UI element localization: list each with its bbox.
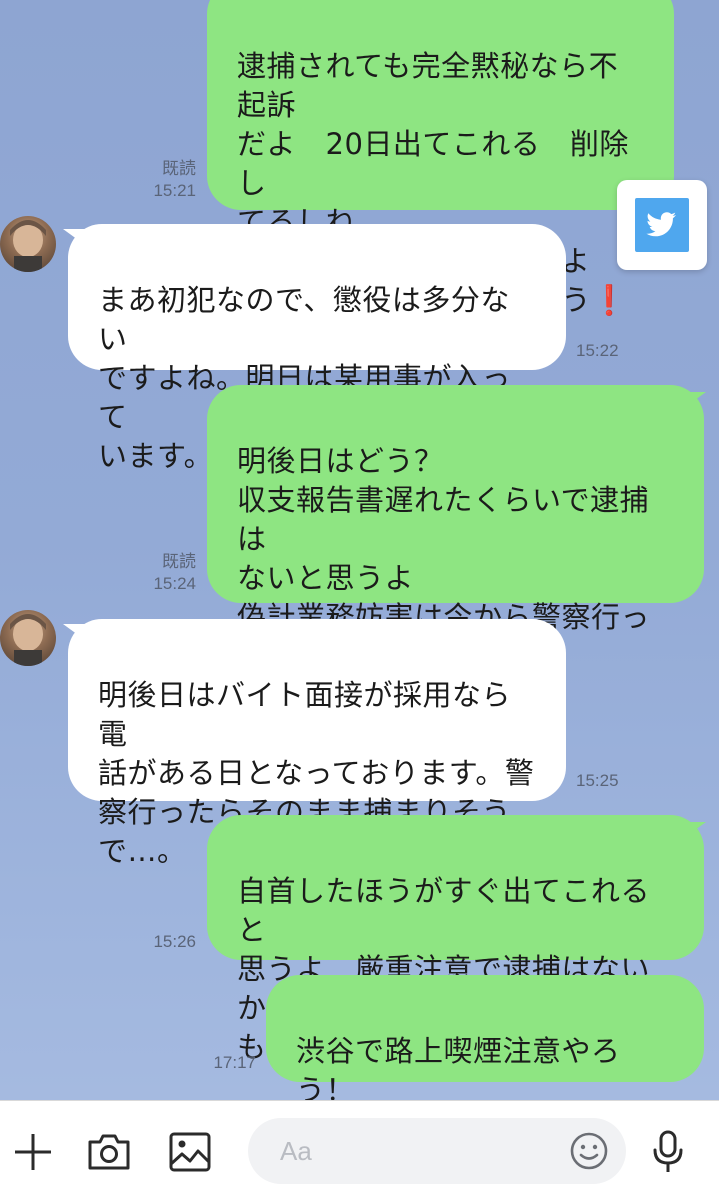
plus-icon[interactable] — [12, 1131, 54, 1177]
message-bubble-outgoing[interactable]: 渋谷で路上喫煙注意やろう！ 痴漢撲滅も！ — [266, 975, 704, 1100]
read-receipt: 既読 — [162, 552, 196, 571]
avatar[interactable] — [0, 216, 56, 272]
message-bubble-outgoing[interactable]: 自首したほうがすぐ出てこれると 思うよ 厳重注意で逮捕はないか も — [207, 815, 704, 1064]
message-time: 15:25 — [576, 771, 619, 790]
message-time: 15:24 — [153, 574, 196, 593]
message-input-bar — [0, 1100, 719, 1201]
exclamation-emoji: ❗ — [591, 283, 628, 317]
message-bubble-incoming[interactable]: 明後日はバイト面接が採用なら電 話がある日となっております。警 察行ったらそのま… — [68, 619, 566, 868]
message-text: 渋谷で路上喫煙注意やろう！ 痴漢撲滅も！ — [296, 1034, 621, 1100]
twitter-bird-icon — [635, 198, 689, 252]
image-icon[interactable] — [168, 1131, 212, 1177]
microphone-icon[interactable] — [650, 1129, 686, 1179]
camera-icon[interactable] — [86, 1132, 132, 1176]
message-time: 17:17 — [213, 1053, 256, 1072]
message-bubble-incoming[interactable]: まあ初犯なので、懲役は多分ない ですよね。明日は某用事が入って います。 — [68, 224, 566, 473]
message-time: 15:21 — [153, 181, 196, 200]
read-receipt: 既読 — [162, 159, 196, 178]
twitter-share-button[interactable] — [617, 180, 707, 270]
message-bubble-outgoing[interactable]: 逮捕されても完全黙秘なら不起訴 だよ 20日出てこれる 削除し てるしね 収支報… — [207, 0, 674, 317]
avatar[interactable] — [0, 610, 56, 666]
message-bubble-outgoing[interactable]: 明後日はどう？ 収支報告書遅れたくらいで逮捕は ないと思うよ 偽計業務妨害は今か… — [207, 385, 704, 712]
smiley-icon[interactable] — [569, 1131, 609, 1175]
message-time: 15:22 — [576, 341, 619, 360]
message-time: 15:26 — [153, 932, 196, 951]
chat-area[interactable]: 逮捕されても完全黙秘なら不起訴 だよ 20日出てこれる 削除し てるしね 収支報… — [0, 0, 719, 1100]
